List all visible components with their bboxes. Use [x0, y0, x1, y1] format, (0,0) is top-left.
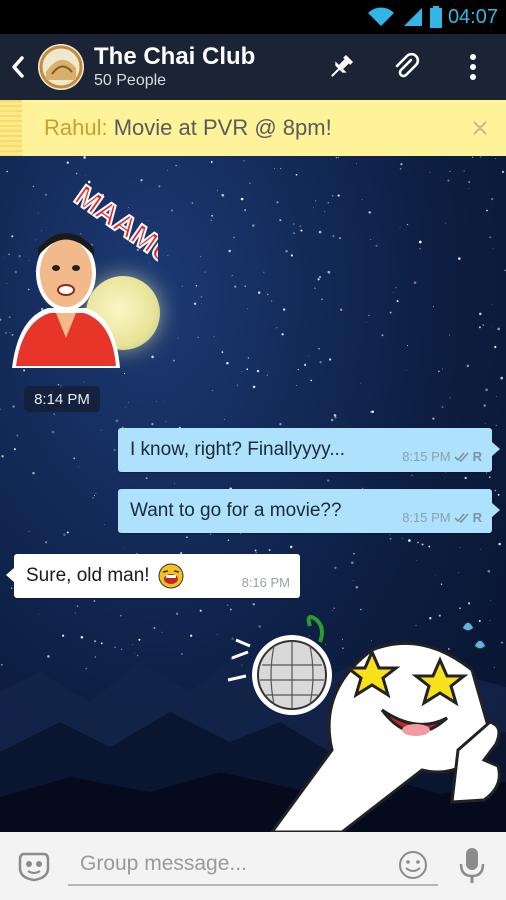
member-count: 50 People [94, 72, 167, 89]
chat-thread[interactable]: MAAMU 8:14 PM I know, right? Finallyyyy.… [0, 156, 506, 832]
pin-icon [331, 54, 354, 77]
microphone-icon[interactable] [456, 846, 488, 886]
pinned-message-bar[interactable]: Rahul: Movie at PVR @ 8pm! [0, 100, 506, 156]
double-check-icon [454, 451, 469, 462]
message-meta: 8:16 PM [242, 575, 290, 590]
back-arrow-icon [12, 56, 24, 78]
message-time: 8:16 PM [241, 575, 290, 590]
read-receipt: R [472, 510, 482, 525]
sticker-timestamp: 8:14 PM [24, 386, 100, 412]
outgoing-message[interactable]: I know, right? Finallyyyy... 8:15 PM R [118, 428, 500, 472]
pinned-decoration [0, 100, 22, 156]
pinned-sender: Rahul: [44, 115, 108, 140]
emoji-picker-icon[interactable] [398, 850, 428, 880]
pin-button[interactable] [308, 34, 374, 100]
wifi-icon [367, 7, 394, 26]
message-text: Sure, old man! [26, 565, 150, 586]
battery-icon [429, 6, 442, 28]
message-meta: 8:15 PM R [402, 449, 482, 464]
group-avatar[interactable] [38, 44, 84, 90]
close-icon [473, 121, 487, 135]
double-check-icon [454, 512, 469, 523]
message-text: I know, right? Finallyyyy... [130, 439, 346, 460]
attach-icon [395, 52, 420, 78]
close-pinned-button[interactable] [466, 114, 494, 142]
group-name[interactable]: The Chai Club [94, 43, 255, 71]
back-button[interactable] [0, 34, 36, 100]
message-composer: Group message... [0, 832, 506, 900]
overflow-menu-button[interactable] [440, 34, 506, 100]
status-time: 04:07 [447, 5, 498, 28]
sticker-picker-icon[interactable] [18, 850, 50, 882]
outgoing-message[interactable]: Want to go for a movie?? 8:15 PM R [118, 489, 500, 533]
laughing-emoji-icon [158, 563, 184, 589]
incoming-message[interactable]: Sure, old man! 8:16 PM [6, 554, 300, 598]
pinned-text: Movie at PVR @ 8pm! [113, 115, 332, 140]
read-receipt: R [472, 449, 482, 464]
message-time: 8:15 PM [402, 510, 451, 525]
pinned-message: Rahul: Movie at PVR @ 8pm! [44, 115, 332, 141]
sticker-maamu[interactable]: MAAMU [8, 168, 158, 378]
signal-icon [403, 8, 422, 26]
message-time: 8:15 PM [402, 449, 451, 464]
message-text: Want to go for a movie?? [130, 500, 342, 521]
sticker-party-thumbs-up[interactable] [222, 610, 506, 832]
attach-button[interactable] [374, 34, 440, 100]
chat-header: The Chai Club 50 People [0, 34, 506, 100]
message-input[interactable]: Group message... [68, 846, 438, 886]
message-meta: 8:15 PM R [402, 510, 482, 525]
overflow-menu-icon [470, 54, 476, 80]
status-bar: 04:07 [0, 0, 506, 34]
